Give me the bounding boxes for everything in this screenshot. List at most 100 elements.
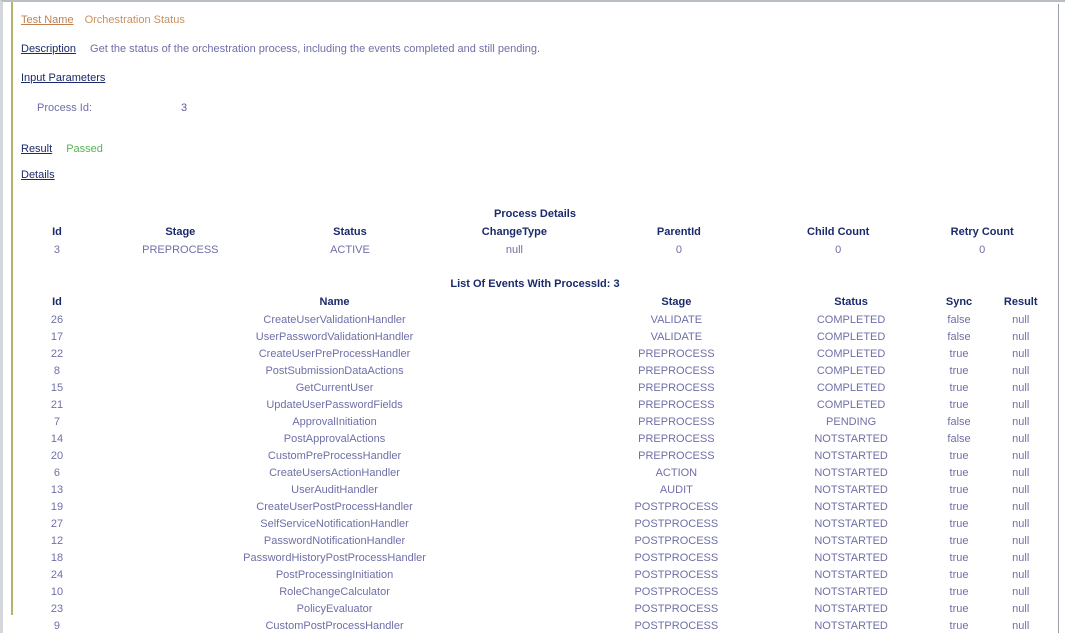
event-column-header: Result	[1003, 296, 1038, 308]
event-cell: null	[1012, 569, 1030, 581]
event-cell: POSTPROCESS	[634, 552, 719, 564]
process-details-column-header: ParentId	[656, 226, 701, 238]
event-cell: CustomPreProcessHandler	[267, 450, 402, 462]
event-cell: PREPROCESS	[638, 433, 715, 445]
event-cell: true	[949, 382, 969, 394]
event-cell: 7	[53, 416, 61, 428]
details-row: Details	[21, 155, 1049, 181]
event-column-header: Sync	[945, 296, 973, 308]
event-cell: CreateUserPreProcessHandler	[258, 348, 411, 360]
event-row: 22 CreateUserPreProcessHandler PREPROCESS C…	[21, 346, 1049, 363]
event-cell: NOTSTARTED	[814, 603, 888, 615]
report-content: Test Name Orchestration Status Descripti…	[21, 2, 1049, 633]
event-cell: GetCurrentUser	[295, 382, 374, 394]
event-cell: null	[1012, 467, 1030, 479]
event-cell: null	[1012, 314, 1030, 326]
event-cell: true	[949, 518, 969, 530]
event-row: 6 CreateUsersActionHandler ACTION NOTSTARTE…	[21, 465, 1049, 482]
event-cell: POSTPROCESS	[634, 535, 719, 547]
left-accent-bar	[11, 2, 13, 615]
event-cell: PostProcessingInitiation	[275, 569, 394, 581]
process-details-column-header: Id	[52, 226, 62, 238]
event-row: 23 PolicyEvaluator POSTPROCESS NOTSTARTED tr…	[21, 601, 1049, 618]
event-cell: true	[949, 603, 969, 615]
event-cell: true	[949, 484, 969, 496]
event-cell: 13	[50, 484, 64, 496]
process-details-header-row: Id Stage Status ChangeType ParentId Child Cou…	[21, 220, 1049, 242]
event-cell: 17	[50, 331, 64, 343]
event-cell: 9	[53, 620, 61, 632]
event-row: 7 ApprovalInitiation PREPROCESS PENDING fals…	[21, 414, 1049, 431]
event-cell: 8	[53, 365, 61, 377]
event-cell: 26	[50, 314, 64, 326]
parameter-value: 3	[181, 102, 188, 114]
description-label[interactable]: Description	[21, 43, 76, 55]
event-cell: null	[1012, 552, 1030, 564]
event-cell: null	[1012, 586, 1030, 598]
process-details-cell: PREPROCESS	[142, 244, 219, 256]
event-row: 26 CreateUserValidationHandler VALIDATE COM…	[21, 312, 1049, 329]
event-cell: null	[1012, 348, 1030, 360]
event-cell: 10	[50, 586, 64, 598]
event-cell: false	[947, 314, 971, 326]
event-cell: NOTSTARTED	[814, 501, 888, 513]
event-row: 13 UserAuditHandler AUDIT NOTSTARTED true nul…	[21, 482, 1049, 499]
event-cell: NOTSTARTED	[814, 518, 888, 530]
event-column-header: Stage	[661, 296, 692, 308]
event-cell: PostSubmissionDataActions	[265, 365, 404, 377]
event-cell: UserAuditHandler	[291, 484, 378, 496]
event-cell: POSTPROCESS	[634, 569, 719, 581]
event-cell: true	[949, 586, 969, 598]
event-cell: PREPROCESS	[638, 399, 715, 411]
parameter-name: Process Id:	[37, 102, 93, 114]
event-cell: null	[1012, 382, 1030, 394]
event-cell: 19	[50, 501, 64, 513]
event-cell: PENDING	[826, 416, 877, 428]
process-details-cell: 3	[53, 244, 61, 256]
process-details-cell: 0	[835, 244, 842, 256]
process-details-cell: 0	[675, 244, 682, 256]
event-cell: true	[949, 365, 969, 377]
event-row: 15 GetCurrentUser PREPROCESS COMPLETED true n…	[21, 380, 1049, 397]
event-cell: true	[949, 450, 969, 462]
event-cell: UserPasswordValidationHandler	[255, 331, 414, 343]
event-cell: null	[1012, 603, 1030, 615]
event-row: 19 CreateUserPostProcessHandler POSTPROCES…	[21, 499, 1049, 516]
event-row: 9 CustomPostProcessHandler POSTPROCESS NOTS…	[21, 618, 1049, 633]
event-row: 14 PostApprovalActions PREPROCESS NOTSTARTE…	[21, 431, 1049, 448]
event-column-header: Name	[319, 296, 350, 308]
event-cell: NOTSTARTED	[814, 450, 888, 462]
test-name-value: Orchestration Status	[84, 14, 185, 26]
event-cell: CreateUsersActionHandler	[269, 467, 400, 479]
event-cell: 21	[50, 399, 64, 411]
event-cell: true	[949, 348, 969, 360]
test-name-label[interactable]: Test Name	[21, 14, 74, 26]
event-cell: COMPLETED	[816, 314, 886, 326]
process-details-title: Process Details	[494, 208, 576, 220]
process-details-cell: ACTIVE	[330, 244, 370, 256]
event-cell: COMPLETED	[816, 331, 886, 343]
event-cell: false	[947, 433, 971, 445]
event-cell: NOTSTARTED	[814, 535, 888, 547]
event-cell: UpdateUserPasswordFields	[266, 399, 403, 411]
event-row: 17 UserPasswordValidationHandler VALIDATE C…	[21, 329, 1049, 346]
event-cell: PREPROCESS	[638, 365, 715, 377]
result-status-value: Passed	[66, 143, 103, 155]
event-cell: null	[1012, 535, 1030, 547]
event-cell: CreateUserPostProcessHandler	[256, 501, 413, 513]
event-row: 21 UpdateUserPasswordFields PREPROCESS COMP…	[21, 397, 1049, 414]
event-cell: VALIDATE	[650, 331, 703, 343]
process-details-column-header: Stage	[165, 226, 196, 238]
details-label[interactable]: Details	[21, 169, 55, 181]
event-cell: false	[947, 416, 971, 428]
event-cell: true	[949, 620, 969, 632]
event-cell: POSTPROCESS	[634, 620, 719, 632]
event-cell: true	[949, 501, 969, 513]
event-cell: VALIDATE	[650, 314, 703, 326]
result-label[interactable]: Result	[21, 143, 52, 155]
input-parameters-label[interactable]: Input Parameters	[21, 72, 105, 84]
event-cell: null	[1012, 620, 1030, 632]
event-cell: null	[1012, 518, 1030, 530]
event-cell: 18	[50, 552, 64, 564]
event-cell: null	[1012, 365, 1030, 377]
